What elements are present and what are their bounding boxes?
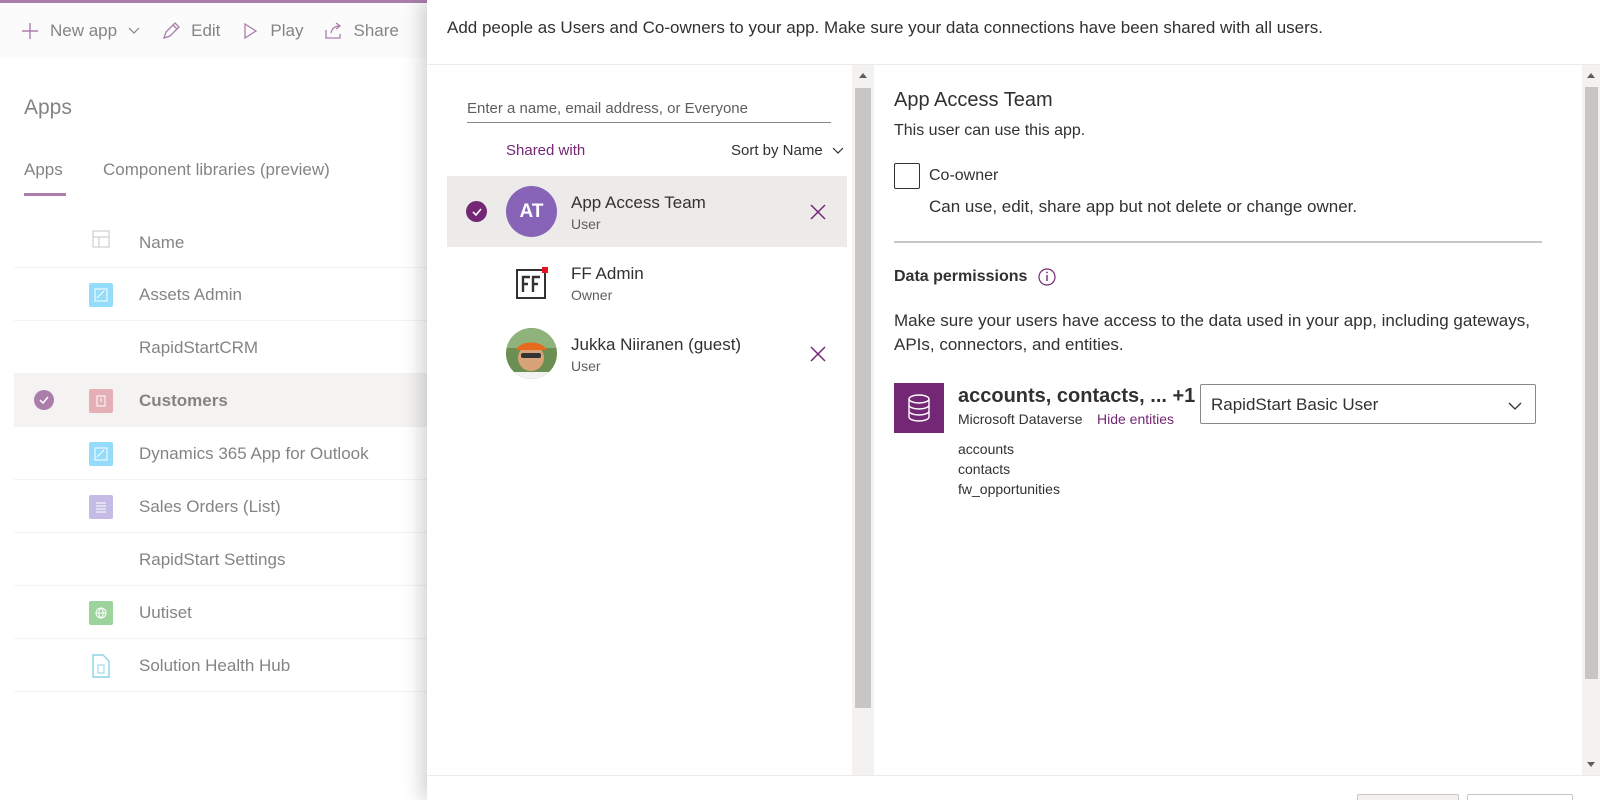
share-panel-header: Add people as Users and Co-owners to you… — [427, 0, 1600, 65]
primary-action-button[interactable] — [1357, 794, 1459, 800]
datasource-provider: Microsoft Dataverse — [958, 411, 1083, 427]
person-role: Owner — [571, 287, 613, 303]
divider — [894, 241, 1542, 243]
people-list-scrollbar[interactable] — [852, 65, 874, 775]
entity-item: accounts — [958, 441, 1015, 457]
chevron-down-icon — [832, 147, 844, 154]
coowner-label[interactable]: Co-owner — [929, 167, 998, 185]
person-item[interactable]: Jukka Niiranen (guest) User — [447, 318, 847, 389]
person-name: Jukka Niiranen (guest) — [571, 335, 742, 354]
data-permissions-title: Data permissions — [894, 268, 1028, 285]
shared-with-label: Shared with — [506, 142, 586, 159]
person-role: User — [571, 358, 601, 374]
info-icon[interactable] — [1037, 267, 1057, 287]
coowner-checkbox[interactable] — [894, 163, 920, 189]
security-role-dropdown[interactable]: RapidStart Basic User — [1200, 384, 1536, 424]
selected-check-icon[interactable] — [466, 201, 487, 222]
coowner-description: Can use, edit, share app but not delete … — [929, 197, 1358, 216]
scrollbar-thumb[interactable] — [1585, 87, 1598, 679]
person-role: User — [571, 216, 601, 232]
data-permissions-description: Make sure your users have access to the … — [894, 311, 1530, 354]
remove-icon[interactable] — [808, 344, 828, 364]
secondary-action-button[interactable] — [1467, 794, 1573, 800]
people-list-pane: Shared with Sort by Name AT App Access T… — [427, 65, 852, 775]
share-panel: Add people as Users and Co-owners to you… — [427, 0, 1600, 800]
user-photo-avatar — [506, 328, 557, 379]
hide-entities-link[interactable]: Hide entities — [1097, 411, 1174, 427]
panel-footer — [427, 775, 1600, 800]
entity-item: contacts — [958, 461, 1011, 477]
detail-scrollbar[interactable] — [1582, 65, 1600, 775]
scroll-down-icon[interactable] — [1586, 759, 1596, 769]
data-permissions-heading: Data permissions — [894, 267, 1057, 287]
avatar: AT — [506, 186, 557, 237]
scroll-up-icon[interactable] — [858, 71, 868, 81]
sort-dropdown[interactable]: Sort by Name — [731, 142, 845, 159]
permission-detail-pane: App Access Team This user can use this a… — [874, 65, 1574, 775]
datasource-name: accounts, contacts, ... +1 — [958, 385, 1196, 407]
detail-title: App Access Team — [894, 89, 1053, 111]
person-name: FF Admin — [571, 264, 644, 283]
chevron-down-icon — [1508, 402, 1522, 410]
ff-logo-avatar — [506, 257, 557, 308]
overlay-dim — [0, 0, 427, 800]
person-item[interactable]: AT App Access Team User — [447, 176, 847, 247]
person-item[interactable]: FF Admin Owner — [447, 247, 847, 318]
scrollbar-thumb[interactable] — [855, 88, 871, 708]
sort-label: Sort by Name — [731, 142, 823, 159]
detail-subtitle: This user can use this app. — [894, 122, 1086, 139]
scroll-up-icon[interactable] — [1586, 71, 1596, 81]
security-role-value: RapidStart Basic User — [1211, 395, 1379, 414]
entity-item: fw_opportunities — [958, 481, 1060, 497]
database-icon — [894, 383, 944, 433]
people-search-input[interactable] — [467, 89, 831, 123]
person-name: App Access Team — [571, 193, 706, 212]
remove-icon[interactable] — [808, 202, 828, 222]
